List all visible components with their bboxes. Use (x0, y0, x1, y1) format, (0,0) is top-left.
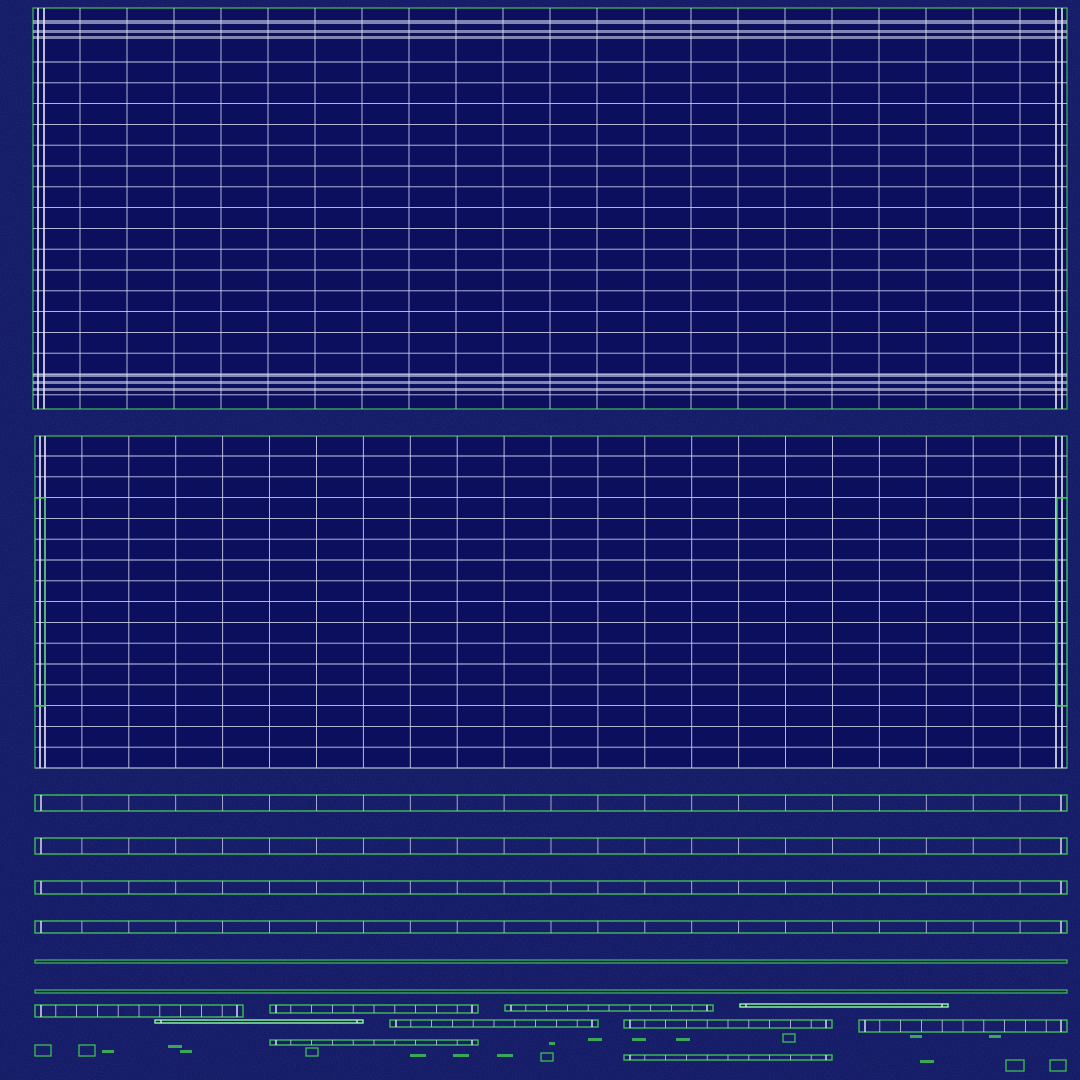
uv-texture-canvas (0, 0, 1080, 1080)
uv-small-dash (168, 1045, 182, 1048)
uv-small-dash (920, 1060, 934, 1063)
uv-small-dash (180, 1050, 192, 1053)
highlight-band (33, 30, 1067, 33)
highlight-band (33, 388, 1067, 391)
uv-small-dash (632, 1038, 646, 1041)
highlight-band (33, 381, 1067, 384)
uv-panel-top (32, 7, 1068, 410)
highlight-band (33, 36, 1067, 39)
uv-small-dash (676, 1038, 690, 1041)
uv-small-dash (989, 1035, 1001, 1038)
highlight-band (33, 20, 1067, 24)
uv-layout-drawing (0, 0, 1080, 1080)
uv-small-dash (910, 1035, 922, 1038)
uv-panel-middle (34, 435, 1068, 769)
uv-small-dash (497, 1054, 513, 1057)
uv-small-dash (102, 1050, 114, 1053)
uv-small-dash (588, 1038, 602, 1041)
highlight-band (33, 374, 1067, 377)
uv-small-dash (549, 1042, 555, 1045)
uv-small-dash (410, 1054, 426, 1057)
uv-small-dash (453, 1054, 469, 1057)
